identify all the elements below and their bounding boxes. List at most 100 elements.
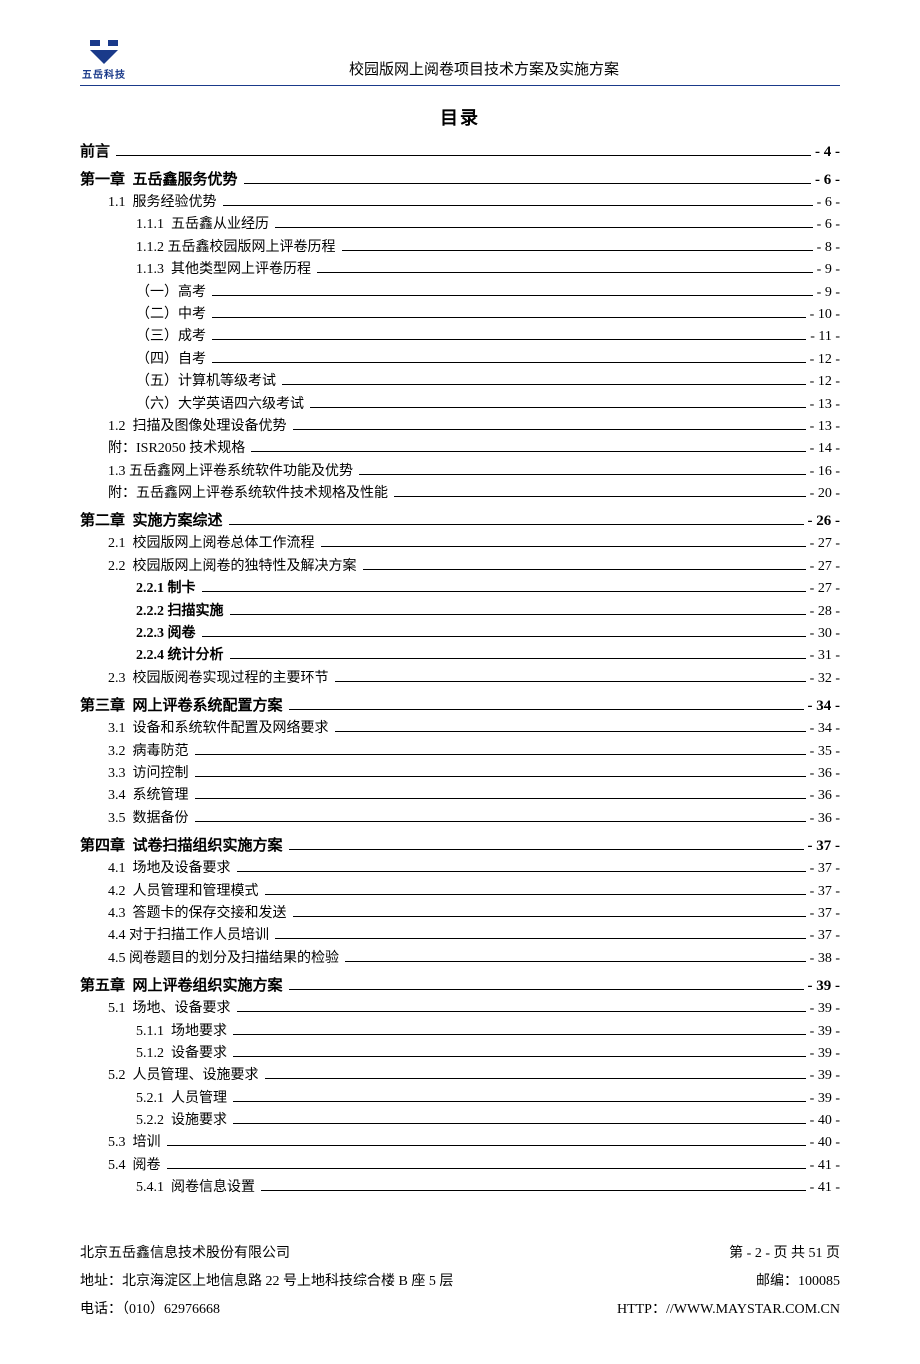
toc-entry[interactable]: 3.3 访问控制- 36 -: [80, 763, 840, 785]
toc-leader-line: [237, 1010, 806, 1012]
toc-entry[interactable]: 2.2.2 扫描实施- 28 -: [80, 601, 840, 623]
toc-entry[interactable]: 2.2.4 统计分析 - 31 -: [80, 645, 840, 667]
toc-entry[interactable]: 5.2 人员管理、设施要求- 39 -: [80, 1065, 840, 1087]
toc-leader-line: [335, 680, 806, 682]
toc-entry[interactable]: （二）中考- 10 -: [80, 304, 840, 326]
toc-entry[interactable]: 1.1 服务经验优势- 6 -: [80, 192, 840, 214]
toc-entry-label: 第一章 五岳鑫服务优势: [80, 168, 238, 192]
toc-entry[interactable]: 5.3 培训- 40 -: [80, 1132, 840, 1154]
toc-entry-label: 5.1 场地、设备要求: [108, 998, 231, 1020]
toc-entry[interactable]: 5.1.2 设备要求- 39 -: [80, 1043, 840, 1065]
footer-website: HTTP：//WWW.MAYSTAR.COM.CN: [617, 1296, 840, 1324]
toc-entry[interactable]: 4.5 阅卷题目的划分及扫描结果的检验- 38 -: [80, 948, 840, 970]
toc-entry[interactable]: （三）成考- 11 -: [80, 326, 840, 348]
toc-entry-page: - 39 -: [810, 1043, 840, 1065]
toc-entry-page: - 41 -: [810, 1177, 840, 1199]
toc-entry[interactable]: 附：五岳鑫网上评卷系统软件技术规格及性能- 20 -: [80, 483, 840, 505]
toc-leader-line: [233, 1055, 806, 1057]
toc-entry[interactable]: 5.4.1 阅卷信息设置- 41 -: [80, 1177, 840, 1199]
toc-entry[interactable]: 5.2.2 设施要求- 40 -: [80, 1110, 840, 1132]
toc-entry-label: 3.4 系统管理: [108, 785, 189, 807]
toc-entry-page: - 27 -: [810, 578, 840, 600]
toc-leader-line: [233, 1033, 806, 1035]
toc-entry[interactable]: （四）自考- 12 -: [80, 349, 840, 371]
toc-entry[interactable]: 5.4 阅卷 - 41 -: [80, 1155, 840, 1177]
toc-entry[interactable]: 2.2.3 阅卷- 30 -: [80, 623, 840, 645]
footer-phone: 电话：（010）62976668: [80, 1296, 220, 1324]
toc-entry-label: 5.2.1 人员管理: [136, 1088, 227, 1110]
toc-leader-line: [363, 568, 806, 570]
toc-leader-line: [233, 1122, 806, 1124]
toc-entry[interactable]: 3.4 系统管理 - 36 -: [80, 785, 840, 807]
toc-entry-page: - 35 -: [810, 741, 840, 763]
toc-entry[interactable]: 第五章 网上评卷组织实施方案- 39 -: [80, 974, 840, 998]
toc-entry[interactable]: 第二章 实施方案综述- 26 -: [80, 509, 840, 533]
toc-entry-page: - 13 -: [810, 416, 840, 438]
toc-leader-line: [394, 495, 806, 497]
toc-entry[interactable]: 2.2 校园版网上阅卷的独特性及解决方案- 27 -: [80, 556, 840, 578]
toc-leader-line: [212, 338, 806, 340]
toc-leader-line: [265, 1077, 806, 1079]
toc-entry-page: - 41 -: [810, 1155, 840, 1177]
toc-leader-line: [195, 797, 806, 799]
toc-entry-label: （三）成考: [136, 326, 206, 348]
toc-entry[interactable]: 1.1.2 五岳鑫校园版网上评卷历程 - 8 -: [80, 237, 840, 259]
toc-entry[interactable]: 1.1.1 五岳鑫从业经历- 6 -: [80, 214, 840, 236]
toc-entry[interactable]: 5.1.1 场地要求- 39 -: [80, 1021, 840, 1043]
toc-entry[interactable]: 前言- 4 -: [80, 140, 840, 164]
toc-entry[interactable]: 3.2 病毒防范 - 35 -: [80, 741, 840, 763]
toc-leader-line: [244, 182, 811, 184]
toc-entry-label: 1.1 服务经验优势: [108, 192, 217, 214]
toc-entry[interactable]: 4.3 答题卡的保存交接和发送- 37 -: [80, 903, 840, 925]
toc-entry-label: 5.4 阅卷: [108, 1155, 161, 1177]
toc-leader-line: [167, 1144, 806, 1146]
toc-entry-label: 1.1.2 五岳鑫校园版网上评卷历程: [136, 237, 336, 259]
toc-entry-label: 4.2 人员管理和管理模式: [108, 881, 259, 903]
toc-entry[interactable]: （一）高考- 9 -: [80, 282, 840, 304]
toc-leader-line: [342, 249, 813, 251]
toc-entry[interactable]: 5.1 场地、设备要求- 39 -: [80, 998, 840, 1020]
toc-entry[interactable]: 3.5 数据备份- 36 -: [80, 808, 840, 830]
toc-entry-label: 前言: [80, 140, 110, 164]
toc-entry-label: 2.2.2 扫描实施: [136, 601, 224, 623]
toc-entry-label: （四）自考: [136, 349, 206, 371]
toc-entry[interactable]: 1.2 扫描及图像处理设备优势- 13 -: [80, 416, 840, 438]
toc-leader-line: [212, 294, 813, 296]
toc-leader-line: [293, 915, 806, 917]
toc-entry[interactable]: 1.3 五岳鑫网上评卷系统软件功能及优势- 16 -: [80, 461, 840, 483]
toc-leader-line: [223, 204, 813, 206]
toc-entry-page: - 36 -: [810, 785, 840, 807]
toc-entry[interactable]: （五）计算机等级考试- 12 -: [80, 371, 840, 393]
toc-entry[interactable]: 4.2 人员管理和管理模式- 37 -: [80, 881, 840, 903]
toc-entry[interactable]: 第四章 试卷扫描组织实施方案- 37 -: [80, 834, 840, 858]
toc-entry-label: 3.1 设备和系统软件配置及网络要求: [108, 718, 329, 740]
toc-entry-label: 3.2 病毒防范: [108, 741, 189, 763]
toc-leader-line: [261, 1189, 806, 1191]
toc-entry[interactable]: 4.1 场地及设备要求- 37 -: [80, 858, 840, 880]
toc-entry-label: 附：五岳鑫网上评卷系统软件技术规格及性能: [108, 483, 388, 505]
toc-entry[interactable]: 第一章 五岳鑫服务优势- 6 -: [80, 168, 840, 192]
footer-company: 北京五岳鑫信息技术股份有限公司: [80, 1240, 290, 1268]
toc-entry[interactable]: 2.2.1 制卡- 27 -: [80, 578, 840, 600]
toc-entry[interactable]: （六）大学英语四六级考试- 13 -: [80, 394, 840, 416]
toc-entry-page: - 38 -: [810, 948, 840, 970]
toc-leader-line: [230, 613, 806, 615]
toc-entry-label: 2.2.4 统计分析: [136, 645, 224, 667]
toc-entry[interactable]: 4.4 对于扫描工作人员培训- 37 -: [80, 925, 840, 947]
toc-entry-page: - 31 -: [810, 645, 840, 667]
toc-entry-page: - 39 -: [810, 1065, 840, 1087]
toc-entry-label: （六）大学英语四六级考试: [136, 394, 304, 416]
toc-entry-page: - 9 -: [817, 259, 840, 281]
toc-entry[interactable]: 附：ISR2050 技术规格- 14 -: [80, 438, 840, 460]
toc-entry-page: - 8 -: [817, 237, 840, 259]
toc-entry[interactable]: 2.1 校园版网上阅卷总体工作流程- 27 -: [80, 533, 840, 555]
toc-entry[interactable]: 第三章 网上评卷系统配置方案- 34 -: [80, 694, 840, 718]
toc-entry[interactable]: 5.2.1 人员管理- 39 -: [80, 1088, 840, 1110]
toc-leader-line: [321, 545, 806, 547]
toc-entry[interactable]: 1.1.3 其他类型网上评卷历程- 9 -: [80, 259, 840, 281]
toc-leader-line: [195, 820, 806, 822]
toc-leader-line: [282, 383, 806, 385]
logo-text: 五岳科技: [82, 66, 126, 81]
toc-entry[interactable]: 3.1 设备和系统软件配置及网络要求- 34 -: [80, 718, 840, 740]
toc-entry[interactable]: 2.3 校园版阅卷实现过程的主要环节- 32 -: [80, 668, 840, 690]
